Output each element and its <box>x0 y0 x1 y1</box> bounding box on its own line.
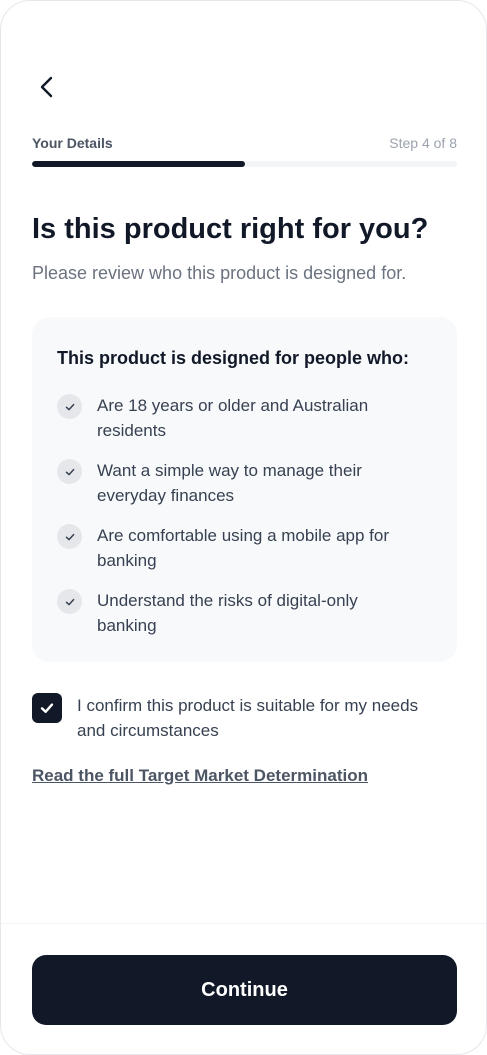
confirm-label[interactable]: I confirm this product is suitable for m… <box>77 693 447 743</box>
tmd-link[interactable]: Read the full Target Market Determinatio… <box>32 764 368 788</box>
page-title: Is this product right for you? <box>32 213 429 245</box>
page-subtitle: Please review who this product is design… <box>32 263 407 283</box>
footer-divider <box>1 923 486 924</box>
card-heading: This product is designed for people who: <box>57 348 410 368</box>
check-icon <box>57 394 82 419</box>
target-market-card: This product is designed for people who:… <box>32 317 457 662</box>
progress-bar-fill <box>32 161 245 167</box>
chevron-left-icon <box>40 76 53 98</box>
check-icon <box>57 589 82 614</box>
check-icon <box>57 524 82 549</box>
tmd-screen: Your Details Step 4 of 8 Is this product… <box>0 0 487 1055</box>
checkmark-icon <box>40 703 54 713</box>
progress-step-text: Step 4 of 8 <box>389 135 457 151</box>
back-button[interactable] <box>29 67 65 107</box>
progress-header: Your Details Step 4 of 8 <box>32 134 457 152</box>
confirmation-row: I confirm this product is suitable for m… <box>32 693 457 743</box>
criteria-text: Want a simple way to manage their everyd… <box>97 461 362 505</box>
criteria-list: Are 18 years or older and Australian res… <box>57 393 437 653</box>
progress-label: Your Details <box>32 135 113 151</box>
continue-button[interactable]: Continue <box>32 955 457 1025</box>
criteria-item: Are 18 years or older and Australian res… <box>57 393 437 458</box>
progress-bar <box>32 161 457 167</box>
criteria-text: Understand the risks of digital-only ban… <box>97 591 358 635</box>
criteria-item: Want a simple way to manage their everyd… <box>57 458 437 523</box>
criteria-text: Are 18 years or older and Australian res… <box>97 396 369 440</box>
check-icon <box>57 459 82 484</box>
criteria-item: Are comfortable using a mobile app for b… <box>57 523 437 588</box>
confirm-checkbox[interactable] <box>32 693 62 723</box>
criteria-text: Are comfortable using a mobile app for b… <box>97 526 389 570</box>
criteria-item: Understand the risks of digital-only ban… <box>57 588 437 653</box>
